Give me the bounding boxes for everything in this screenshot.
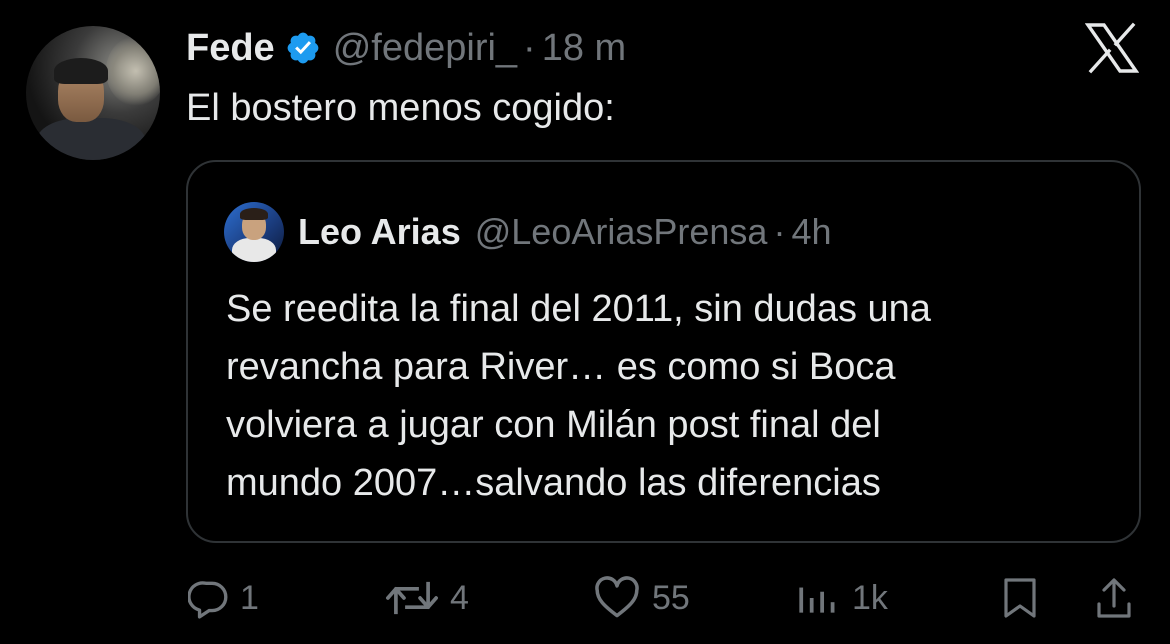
quoted-header: Leo Arias @LeoAriasPrensa · 4h (298, 208, 831, 256)
share-icon (1094, 576, 1134, 620)
quoted-text-line: mundo 2007…salvando las diferencias (226, 462, 881, 504)
separator-dot: · (523, 26, 536, 69)
reply-count: 1 (240, 578, 259, 617)
tweet-header: Fede @fedepiri_ · 18 m (186, 22, 626, 74)
like-button[interactable]: 55 (592, 568, 690, 628)
bookmark-button[interactable] (1000, 568, 1040, 628)
quoted-text-line: Se reedita la final del 2011, sin dudas … (226, 288, 931, 330)
quoted-author-name: Leo Arias (298, 211, 461, 252)
quoted-tweet[interactable]: Leo Arias @LeoAriasPrensa · 4h Se reedit… (186, 160, 1141, 543)
retweet-count: 4 (450, 578, 469, 617)
verified-badge-icon (285, 30, 321, 66)
quoted-avatar[interactable] (224, 202, 284, 262)
reply-icon (188, 577, 230, 619)
views-count: 1k (852, 578, 888, 617)
tweet-time[interactable]: 18 m (542, 27, 626, 70)
author-avatar[interactable] (26, 26, 160, 160)
avatar-hair (54, 58, 108, 84)
reply-button[interactable]: 1 (188, 568, 259, 628)
like-count: 55 (652, 578, 690, 617)
views-icon (796, 577, 842, 619)
x-logo-icon[interactable] (1084, 22, 1140, 74)
share-button[interactable] (1094, 568, 1134, 628)
action-bar: 1 4 55 1k (0, 568, 1170, 628)
avatar-body (36, 118, 146, 160)
quoted-text-line: volviera a jugar con Milán post final de… (226, 404, 881, 446)
quoted-text: Se reedita la final del 2011, sin dudas … (226, 280, 1106, 512)
author-name[interactable]: Fede (186, 27, 275, 70)
tweet-text: El bostero menos cogido: (186, 87, 615, 129)
quoted-text-line: revancha para River… es como si Boca (226, 346, 896, 388)
retweet-button[interactable]: 4 (384, 568, 469, 628)
bookmark-icon (1000, 576, 1040, 620)
like-icon (592, 576, 642, 620)
quoted-time: 4h (791, 211, 832, 252)
quoted-author-handle: @LeoAriasPrensa (474, 211, 768, 252)
views-button[interactable]: 1k (796, 568, 888, 628)
author-handle[interactable]: @fedepiri_ (333, 27, 517, 70)
retweet-icon (384, 575, 440, 621)
quoted-avatar-body (232, 238, 276, 262)
quoted-separator-dot: · (773, 211, 786, 252)
avatar-bg (106, 36, 160, 106)
quoted-avatar-hair (240, 208, 268, 220)
